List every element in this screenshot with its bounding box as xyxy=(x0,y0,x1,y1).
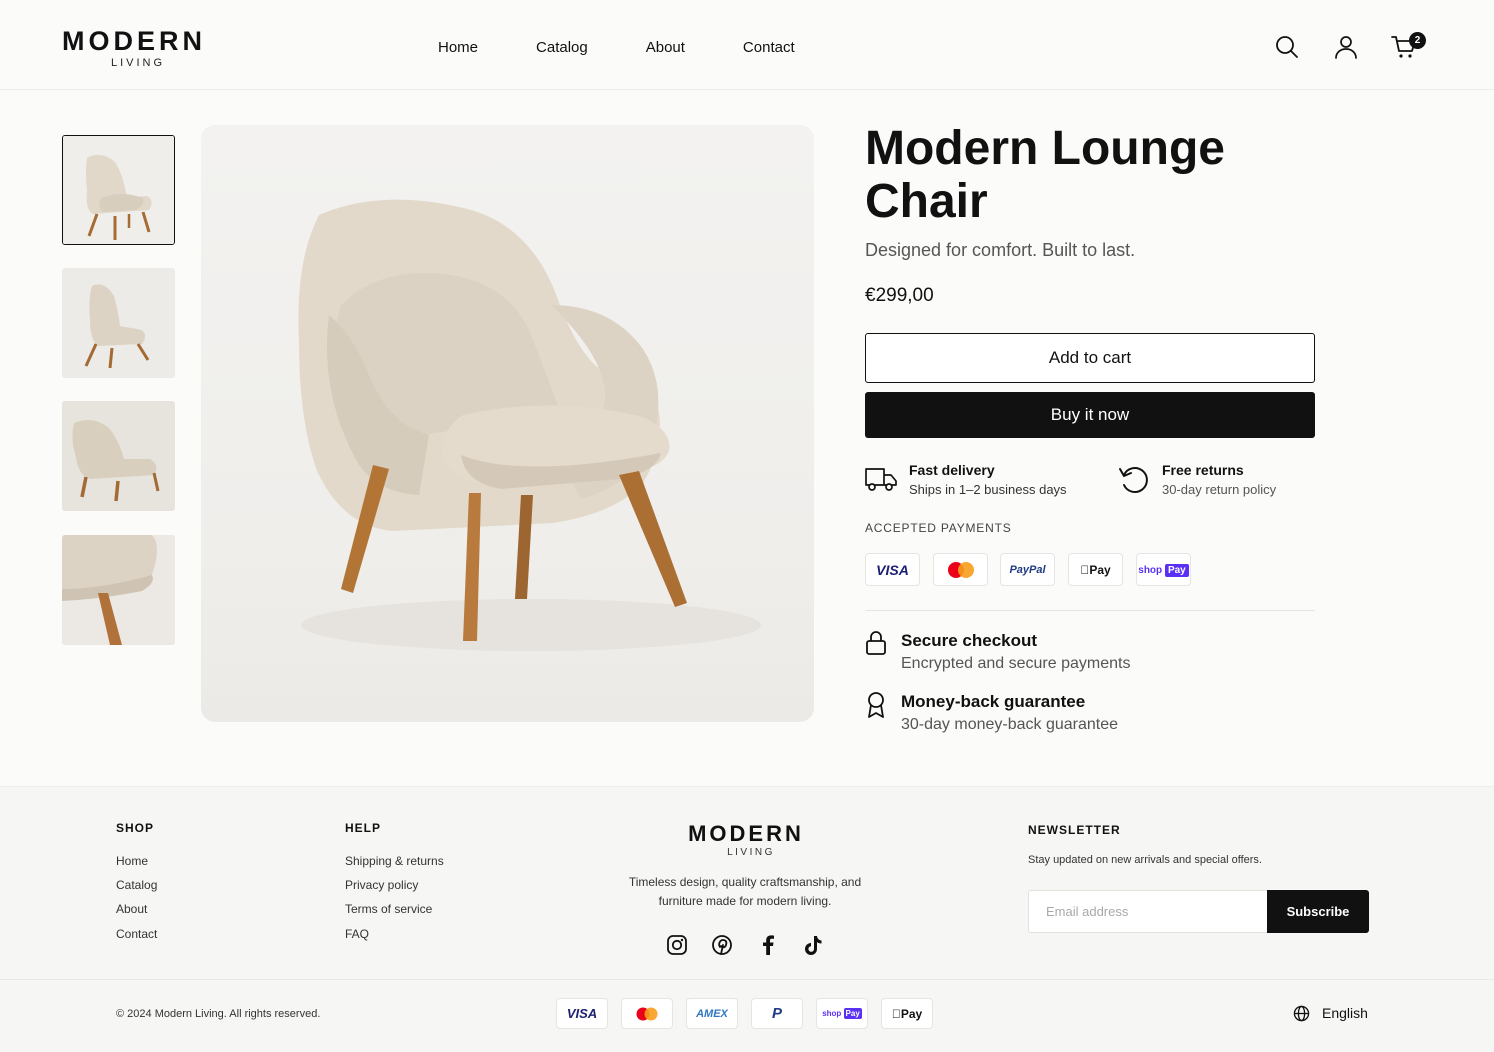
footer-help-title: HELP xyxy=(345,821,382,835)
search-icon[interactable] xyxy=(1274,34,1300,60)
footer-brand-name: MODERN xyxy=(688,821,804,846)
user-icon[interactable] xyxy=(1333,34,1359,60)
newsletter-email-input[interactable] xyxy=(1028,890,1268,933)
mastercard-icon xyxy=(621,998,673,1029)
footer-link-contact[interactable]: Contact xyxy=(116,926,157,942)
product-main-image xyxy=(201,125,814,722)
footer-link-catalog[interactable]: Catalog xyxy=(116,877,157,893)
paypal-icon: P xyxy=(751,998,803,1029)
thumbnail-4[interactable] xyxy=(62,535,175,645)
feature-title: Fast delivery xyxy=(909,462,995,478)
assurance-title: Secure checkout xyxy=(901,631,1038,650)
footer-brand-sub: LIVING xyxy=(727,847,775,858)
pinterest-icon[interactable] xyxy=(711,934,733,956)
footer-logo[interactable]: MODERN LIVING xyxy=(686,822,806,859)
globe-icon xyxy=(1293,1005,1310,1021)
chair-thumbnail-image xyxy=(63,136,174,244)
feature-subtitle: 30-day return policy xyxy=(1162,482,1277,497)
mastercard-icon xyxy=(933,553,988,586)
brand-logo[interactable]: MODERN LIVING xyxy=(62,26,206,70)
apple-pay-icon: Pay xyxy=(881,998,933,1029)
feature-subtitle: Ships in 1–2 business days xyxy=(909,482,1067,497)
nav-catalog[interactable]: Catalog xyxy=(536,38,588,58)
assurance-subtitle: Encrypted and secure payments xyxy=(901,655,1131,672)
footer-link-privacy[interactable]: Privacy policy xyxy=(345,877,418,893)
nav-about[interactable]: About xyxy=(646,38,685,58)
footer-link-shipping[interactable]: Shipping & returns xyxy=(345,853,444,869)
divider xyxy=(865,610,1315,611)
truck-icon xyxy=(865,468,897,491)
footer-link-home[interactable]: Home xyxy=(116,853,148,869)
cart-count-badge: 2 xyxy=(1409,32,1426,49)
newsletter-title: NEWSLETTER xyxy=(1028,823,1121,837)
assurance-subtitle: 30-day money-back guarantee xyxy=(901,716,1119,733)
buy-now-button[interactable]: Buy it now xyxy=(865,392,1315,438)
visa-icon: VISA xyxy=(865,553,920,586)
accepted-payments-heading: ACCEPTED PAYMENTS xyxy=(865,521,1012,535)
add-to-cart-button[interactable]: Add to cart xyxy=(865,333,1315,383)
product-price: €299,00 xyxy=(865,285,934,306)
lounge-chair-image xyxy=(298,199,761,651)
newsletter-text: Stay updated on new arrivals and special… xyxy=(1028,854,1262,866)
product-tagline: Designed for comfort. Built to last. xyxy=(865,240,1136,260)
site-header: MODERN LIVING Home Catalog About Contact… xyxy=(0,0,1494,90)
product-title: Modern Lounge Chair xyxy=(865,122,1225,228)
return-icon xyxy=(1119,467,1148,493)
footer-shop-title: SHOP xyxy=(116,821,155,835)
language-label: English xyxy=(1322,1005,1368,1021)
chair-thumbnail-image xyxy=(62,535,175,645)
copyright-text: © 2024 Modern Living. All rights reserve… xyxy=(116,1008,321,1020)
shop-pay-icon: shop Pay xyxy=(1136,553,1191,586)
lock-icon xyxy=(866,631,886,655)
feature-title: Free returns xyxy=(1162,462,1244,478)
nav-contact[interactable]: Contact xyxy=(743,38,795,58)
facebook-icon[interactable] xyxy=(757,934,779,956)
amex-icon: AMEX xyxy=(686,998,738,1029)
thumbnail-3[interactable] xyxy=(62,401,175,511)
main-nav: Home Catalog About Contact xyxy=(438,38,853,58)
thumbnail-2[interactable] xyxy=(62,268,175,378)
brand-sub: LIVING xyxy=(110,57,166,69)
thumbnail-1[interactable] xyxy=(62,135,175,245)
footer-link-about[interactable]: About xyxy=(116,901,147,917)
footer-divider xyxy=(0,979,1494,980)
subscribe-button[interactable]: Subscribe xyxy=(1267,890,1369,933)
chair-thumbnail-image xyxy=(62,401,175,511)
tiktok-icon[interactable] xyxy=(802,934,824,956)
chair-thumbnail-image xyxy=(62,268,175,378)
instagram-icon[interactable] xyxy=(666,934,688,956)
visa-icon: VISA xyxy=(556,998,608,1029)
award-icon xyxy=(868,692,884,718)
paypal-icon: PayPal xyxy=(1000,553,1055,586)
brand-name: MODERN xyxy=(62,26,206,56)
shop-pay-icon: shop Pay xyxy=(816,998,868,1029)
nav-home[interactable]: Home xyxy=(438,38,478,58)
apple-pay-icon: Pay xyxy=(1068,553,1123,586)
footer-link-terms[interactable]: Terms of service xyxy=(345,901,432,917)
footer-link-faq[interactable]: FAQ xyxy=(345,926,369,942)
language-selector[interactable]: English xyxy=(1293,1004,1368,1022)
footer-description: Timeless design, quality craftsmanship, … xyxy=(628,875,862,908)
assurance-title: Money-back guarantee xyxy=(901,692,1086,711)
